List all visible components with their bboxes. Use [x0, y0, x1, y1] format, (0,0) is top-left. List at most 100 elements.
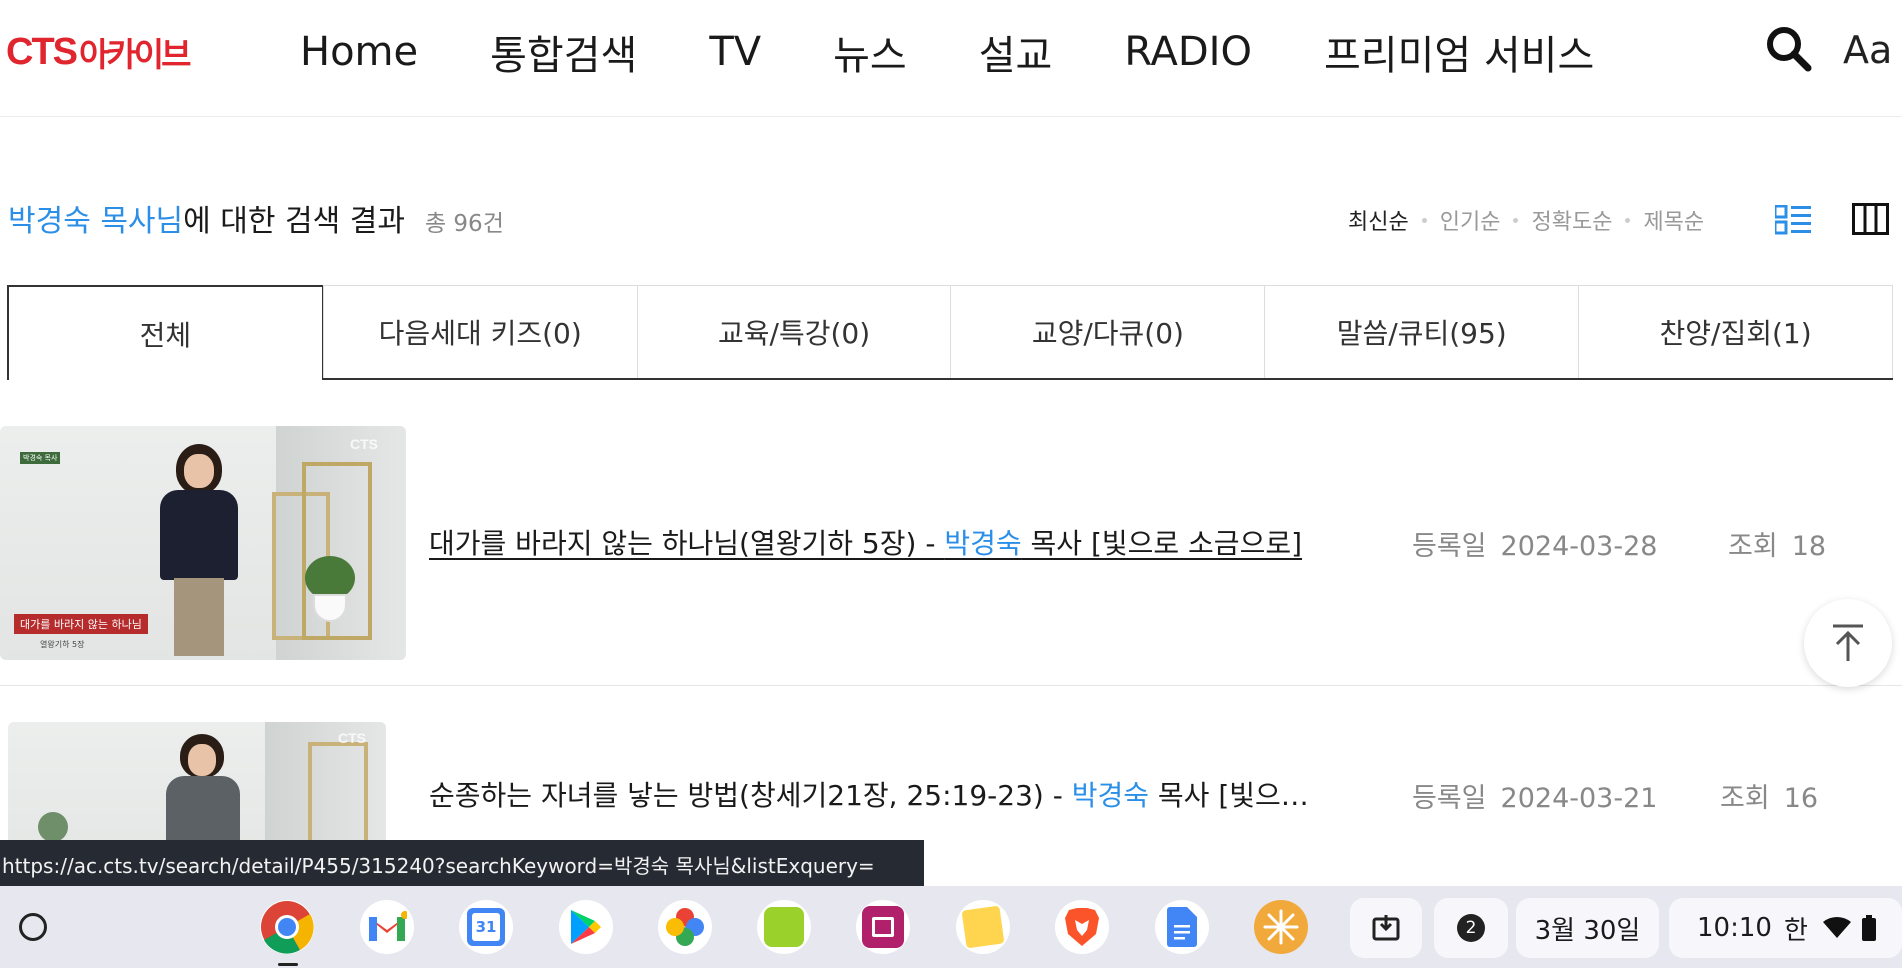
notifications-button[interactable]: 2	[1434, 898, 1508, 958]
thumbnail-caption: 대가를 바라지 않는 하나님	[14, 614, 148, 634]
font-size-button[interactable]: Aa	[1843, 28, 1892, 72]
nav-radio[interactable]: RADIO	[1124, 29, 1252, 75]
views-value: 18	[1791, 531, 1827, 562]
bible-app-graphic	[764, 907, 804, 947]
tab-sermon-qt[interactable]: 말씀/큐티(95)	[1264, 285, 1580, 378]
view-count: 조회 18	[1728, 524, 1826, 563]
title-text: 대가를 바라지 않는 하나님(열왕기하 5장) -	[429, 527, 945, 560]
scroll-to-top-button[interactable]	[1804, 599, 1892, 687]
views-value: 16	[1783, 783, 1819, 814]
views-label: 조회	[1720, 783, 1770, 814]
thumbnail-subcaption: 열왕기하 5장	[40, 640, 85, 649]
book-shape	[872, 917, 894, 937]
tab-all[interactable]: 전체	[7, 285, 324, 380]
tab-next-gen-kids[interactable]: 다음세대 키즈(0)	[322, 285, 638, 378]
book-app-graphic	[862, 906, 904, 948]
thumbnail-person-face	[184, 454, 214, 488]
nav-integrated-search[interactable]: 통합검색	[490, 23, 637, 81]
thumbnail-cts-mark: CTS	[338, 730, 366, 746]
photos-icon-graphic	[666, 908, 704, 946]
arrow-up-icon	[1833, 624, 1863, 661]
title-keyword: 박경숙	[944, 527, 1022, 560]
grid-view-icon[interactable]	[1852, 203, 1889, 235]
sort-popular[interactable]: 인기순	[1440, 204, 1501, 236]
calendar-icon[interactable]: 31	[459, 900, 513, 954]
notes-icon[interactable]	[956, 900, 1010, 954]
tab-culture-docu[interactable]: 교양/다큐(0)	[950, 285, 1266, 378]
notification-count: 2	[1457, 914, 1485, 942]
photos-icon[interactable]	[658, 900, 712, 954]
cts-archive-logo[interactable]: CTS 아카이브	[6, 30, 191, 75]
chrome-icon[interactable]	[260, 900, 314, 954]
play-store-icon[interactable]	[559, 900, 613, 954]
thumbnail-person-body	[160, 490, 238, 580]
date-label: 등록일	[1412, 531, 1487, 562]
gmail-icon[interactable]	[360, 900, 414, 954]
result-title-link[interactable]: 대가를 바라지 않는 하나님(열왕기하 5장) - 박경숙 목사 [빛으로 소금…	[429, 522, 1366, 562]
tab-education[interactable]: 교육/특강(0)	[636, 285, 952, 378]
thumbnail-plant	[38, 812, 68, 842]
bible-app-icon[interactable]	[757, 900, 811, 954]
list-view-icon[interactable]	[1775, 205, 1811, 235]
holding-space-button[interactable]	[1350, 898, 1422, 958]
calendar-icon-graphic: 31	[467, 908, 505, 946]
notes-graphic	[961, 905, 1005, 949]
wifi-icon	[1822, 916, 1851, 938]
logo-cts-text: CTS	[6, 30, 78, 73]
thumbnail-person-legs	[174, 578, 224, 656]
launcher-button[interactable]	[19, 913, 47, 941]
active-app-indicator	[278, 963, 298, 966]
site-header: CTS 아카이브 Home 통합검색 TV 뉴스 설교 RADIO 프리미엄 서…	[0, 0, 1902, 117]
link-status-url: https://ac.cts.tv/search/detail/P455/315…	[0, 840, 924, 886]
search-icon[interactable]	[1764, 24, 1812, 72]
nav-tv[interactable]: TV	[709, 29, 761, 75]
title-text: 목사 [빛으로 소금으로]	[1021, 527, 1303, 560]
register-date: 등록일 2024-03-21	[1412, 776, 1657, 815]
clock: 10:10	[1697, 913, 1772, 943]
brave-icon-graphic	[1065, 908, 1099, 946]
title-text: 목사 [빛으…	[1149, 779, 1309, 812]
thumbnail-speaker-tag: 박경숙 목사	[20, 452, 61, 464]
category-tabs: 전체 다음세대 키즈(0) 교육/특강(0) 교양/다큐(0) 말씀/큐티(95…	[7, 285, 1893, 380]
gmail-icon-graphic	[369, 911, 407, 941]
search-keyword: 박경숙 목사님	[8, 204, 184, 239]
date-label: 등록일	[1412, 783, 1487, 814]
snowflake-graphic	[1263, 909, 1299, 945]
video-thumbnail[interactable]: 박경숙 목사 CTS 대가를 바라지 않는 하나님 열왕기하 5장	[0, 426, 406, 660]
result-title-link[interactable]: 순종하는 자녀를 낳는 방법(창세기21장, 25:19-23) - 박경숙 목…	[429, 774, 1361, 814]
view-count: 조회 16	[1720, 776, 1818, 815]
sort-accuracy[interactable]: 정확도순	[1531, 204, 1612, 236]
thumbnail-program-logo: 박경숙 목사	[8, 434, 64, 474]
thumbnail-cts-mark: CTS	[350, 436, 378, 452]
title-text: 순종하는 자녀를 낳는 방법(창세기21장, 25:19-23) -	[429, 779, 1072, 812]
docs-icon[interactable]	[1155, 900, 1209, 954]
sort-separator	[1625, 217, 1631, 223]
snowflake-app-icon[interactable]	[1254, 900, 1308, 954]
date-value: 2024-03-28	[1500, 531, 1658, 562]
date-tray[interactable]: 3월 30일	[1516, 898, 1659, 958]
search-result-suffix: 에 대한 검색 결과	[183, 204, 405, 239]
book-app-icon[interactable]	[856, 900, 910, 954]
thumbnail-person-face	[188, 744, 216, 776]
register-date: 등록일 2024-03-28	[1412, 524, 1657, 563]
result-count: 총 96건	[424, 211, 504, 237]
sort-title[interactable]: 제목순	[1643, 204, 1704, 236]
brave-icon[interactable]	[1055, 900, 1109, 954]
calendar-day: 31	[472, 913, 500, 941]
title-keyword: 박경숙	[1071, 779, 1149, 812]
tab-praise-meeting[interactable]: 찬양/집회(1)	[1578, 285, 1893, 378]
ime-indicator: 한	[1783, 915, 1808, 946]
result-item: 박경숙 목사 CTS 대가를 바라지 않는 하나님 열왕기하 5장 대가를 바라…	[0, 426, 1902, 686]
views-label: 조회	[1728, 531, 1778, 562]
os-shelf: 31 2 3월 30일 10:10 한	[0, 886, 1902, 968]
download-tray-icon	[1372, 915, 1400, 941]
sort-latest[interactable]: 최신순	[1348, 204, 1409, 236]
play-store-icon-graphic	[571, 910, 601, 944]
nav-premium-service[interactable]: 프리미엄 서비스	[1324, 23, 1594, 81]
sort-options: 최신순 인기순 정확도순 제목순	[1348, 204, 1704, 236]
date-value: 2024-03-21	[1500, 783, 1658, 814]
nav-home[interactable]: Home	[300, 29, 418, 75]
status-tray[interactable]: 10:10 한	[1669, 898, 1902, 958]
nav-sermon[interactable]: 설교	[979, 23, 1053, 81]
nav-news[interactable]: 뉴스	[833, 23, 907, 81]
